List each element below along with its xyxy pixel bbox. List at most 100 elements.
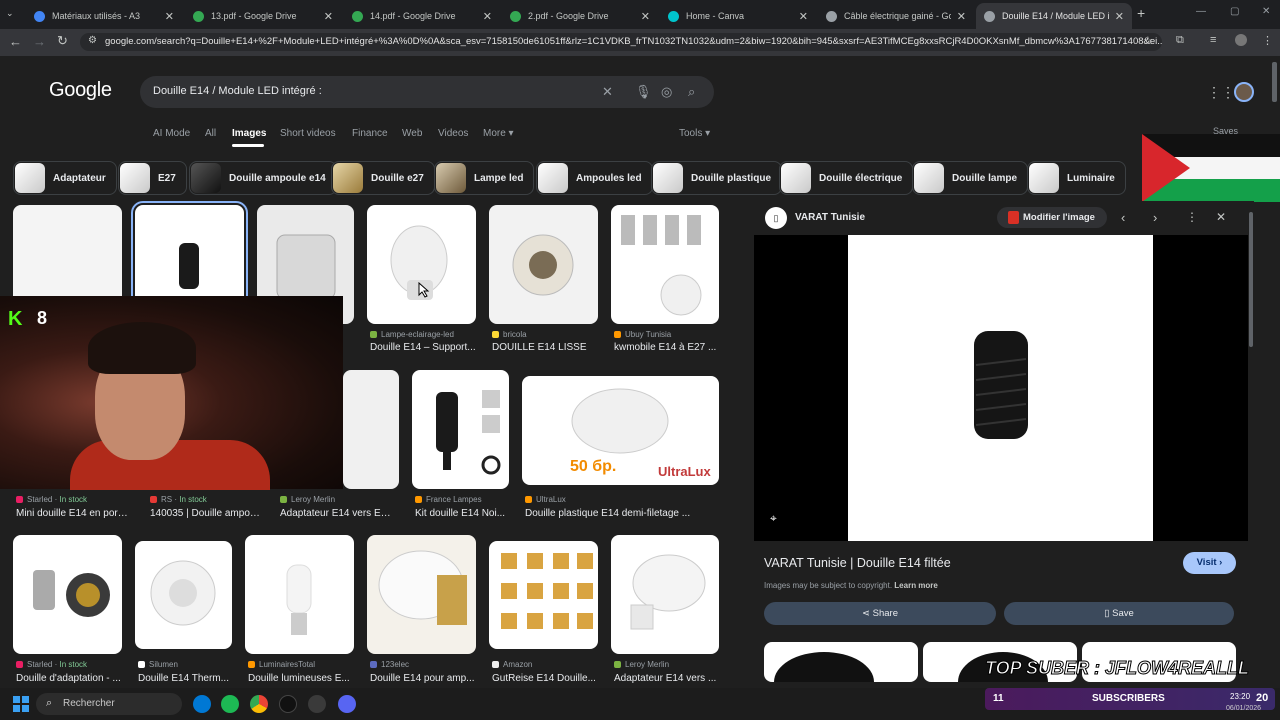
tiktok-icon[interactable] <box>279 695 297 713</box>
result-source[interactable]: France Lampes <box>415 495 482 504</box>
tab-14pdf[interactable]: 14.pdf - Google Drive ✕ <box>344 3 500 29</box>
chip-douille-ampoule-e14[interactable]: Douille ampoule e14 <box>189 161 337 195</box>
windows-start-icon[interactable] <box>13 696 29 712</box>
result-image[interactable] <box>611 535 719 654</box>
tab-images[interactable]: Images <box>232 128 266 139</box>
tab-short-videos[interactable]: Short videos <box>280 128 336 139</box>
result-title[interactable]: Adaptateur E14 vers E2... <box>280 508 392 519</box>
result-image[interactable] <box>611 205 719 324</box>
chip-ampoules-led[interactable]: Ampoules led <box>536 161 653 195</box>
tab-13pdf[interactable]: 13.pdf - Google Drive ✕ <box>185 3 341 29</box>
chip-luminaire[interactable]: Luminaire <box>1027 161 1126 195</box>
result-source[interactable]: Starled · In stock <box>16 660 87 669</box>
next-image-icon[interactable]: › <box>1153 210 1157 225</box>
tab-cable[interactable]: Câble électrique gainé - Google ✕ <box>818 3 974 29</box>
result-source[interactable]: 123elec <box>370 660 409 669</box>
lens-icon[interactable]: ◎ <box>661 84 672 100</box>
discord-icon[interactable] <box>338 695 356 713</box>
result-source[interactable]: Starled · In stock <box>16 495 87 504</box>
reading-list-icon[interactable]: ≡ <box>1210 34 1216 46</box>
result-source[interactable]: Lampe-eclairage-led <box>370 330 454 339</box>
result-source[interactable]: Leroy Merlin <box>280 495 335 504</box>
search-icon[interactable]: ⌕ <box>688 84 695 100</box>
share-button[interactable]: ⋖ Share <box>764 602 996 625</box>
result-image[interactable] <box>489 205 598 324</box>
result-title[interactable]: Kit douille E14 Noi... <box>415 508 510 519</box>
result-title[interactable]: Douille d'adaptation - ... <box>16 673 128 684</box>
close-tab-icon[interactable]: ✕ <box>641 10 650 23</box>
apps-grid-icon[interactable]: ⋮⋮ <box>1207 84 1235 101</box>
clear-icon[interactable]: ✕ <box>602 84 613 100</box>
result-source[interactable]: Ubuy Tunisia <box>614 330 671 339</box>
result-image[interactable] <box>135 541 232 649</box>
google-logo[interactable]: Google <box>49 79 112 102</box>
chrome-icon[interactable] <box>250 695 268 713</box>
previous-image-icon[interactable]: ‹ <box>1121 210 1125 225</box>
tab-canva[interactable]: Home - Canva ✕ <box>660 3 816 29</box>
result-title[interactable]: DOUILLE E14 LISSE <box>492 342 604 353</box>
chip-e27[interactable]: E27 <box>118 161 187 195</box>
address-bar[interactable]: google.com/search?q=Douille+E14+%2F+Modu… <box>80 33 1162 51</box>
panel-title[interactable]: VARAT Tunisie | Douille E14 filtée <box>764 556 951 570</box>
result-image[interactable] <box>367 535 476 654</box>
result-title[interactable]: Douille plastique E14 demi-filetage ... <box>525 508 715 519</box>
result-title[interactable]: GutReise E14 Douille... <box>492 673 604 684</box>
chip-douille-plastique[interactable]: Douille plastique <box>651 161 783 195</box>
result-image[interactable] <box>367 205 476 324</box>
tab-douille-active[interactable]: Douille E14 / Module LED intég ✕ <box>976 3 1132 29</box>
close-window-icon[interactable]: ✕ <box>1262 6 1270 17</box>
tab-2pdf[interactable]: 2.pdf - Google Drive ✕ <box>502 3 658 29</box>
chip-douille-e27[interactable]: Douille e27 <box>331 161 435 195</box>
close-tab-icon[interactable]: ✕ <box>799 10 808 23</box>
result-image[interactable] <box>489 541 598 649</box>
tab-ai-mode[interactable]: AI Mode <box>153 128 190 139</box>
result-source[interactable]: Leroy Merlin <box>614 660 669 669</box>
search-input[interactable]: Douille E14 / Module LED intégré : <box>153 85 322 97</box>
forward-icon[interactable]: → <box>33 34 46 49</box>
chip-douille-electrique[interactable]: Douille électrique <box>779 161 914 195</box>
bookmark-star-icon[interactable]: ☆ <box>1143 34 1153 47</box>
maximize-icon[interactable]: ▢ <box>1230 6 1239 17</box>
tools-button[interactable]: Tools ▾ <box>679 128 710 139</box>
result-image[interactable] <box>13 535 122 654</box>
panel-source-name[interactable]: VARAT Tunisie <box>795 212 865 223</box>
tab-videos[interactable]: Videos <box>438 128 468 139</box>
mic-icon[interactable]: 🎙 <box>635 84 652 100</box>
result-title[interactable]: 140035 | Douille ampou... <box>150 508 262 519</box>
site-info-icon[interactable]: ⚙ <box>88 35 97 46</box>
menu-icon[interactable]: ⋮ <box>1262 34 1273 47</box>
chip-douille-lampe[interactable]: Douille lampe <box>912 161 1029 195</box>
new-tab-icon[interactable]: + <box>1137 5 1145 21</box>
edge-icon[interactable] <box>193 695 211 713</box>
close-tab-icon[interactable]: ✕ <box>1115 10 1124 23</box>
result-image[interactable] <box>412 370 509 489</box>
close-tab-icon[interactable]: ✕ <box>483 10 492 23</box>
related-image[interactable] <box>764 642 918 682</box>
back-icon[interactable]: ← <box>9 34 22 49</box>
extensions-icon[interactable]: ⧉ <box>1176 34 1184 47</box>
preview-image[interactable] <box>848 235 1153 541</box>
result-title[interactable]: Douille E14 pour amp... <box>370 673 482 684</box>
panel-scrollbar[interactable] <box>1249 212 1253 347</box>
result-title[interactable]: Adaptateur E14 vers ... <box>614 673 718 684</box>
spotify-icon[interactable] <box>221 695 239 713</box>
result-image[interactable] <box>245 535 354 654</box>
result-source[interactable]: LuminairesTotal <box>248 660 315 669</box>
profile-avatar[interactable] <box>1235 34 1247 46</box>
visit-button[interactable]: Visit › <box>1183 552 1236 574</box>
tab-materiaux[interactable]: Matériaux utilisés - A3 ✕ <box>26 3 182 29</box>
close-tab-icon[interactable]: ✕ <box>165 10 174 23</box>
reload-icon[interactable]: ↻ <box>57 33 68 49</box>
chip-adaptateur[interactable]: Adaptateur <box>13 161 117 195</box>
result-source[interactable]: Silumen <box>138 660 178 669</box>
result-image[interactable]: 50 бр. UltraLux <box>522 376 719 485</box>
result-title[interactable]: Douille E14 Therm... <box>138 673 238 684</box>
result-title[interactable]: Douille E14 – Support... <box>370 342 482 353</box>
close-tab-icon[interactable]: ✕ <box>957 10 966 23</box>
tab-finance[interactable]: Finance <box>352 128 388 139</box>
tab-more[interactable]: More ▾ <box>483 128 514 139</box>
minimize-icon[interactable]: — <box>1196 6 1206 17</box>
more-options-icon[interactable]: ⋮ <box>1186 210 1198 224</box>
taskbar-search[interactable]: Rechercher <box>36 693 182 715</box>
result-image[interactable] <box>343 370 399 489</box>
